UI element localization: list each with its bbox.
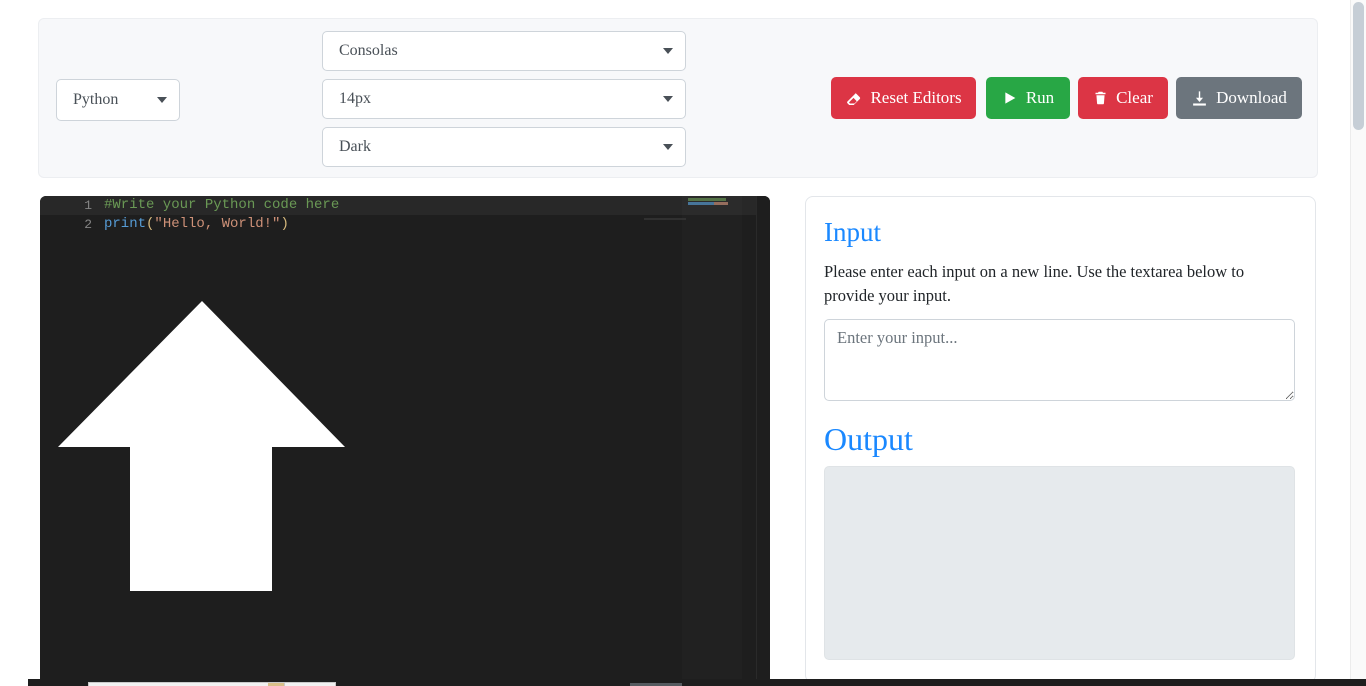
- code-statement: print("Hello, World!"): [104, 215, 289, 234]
- language-select[interactable]: Python: [56, 79, 180, 121]
- page-scrollbar[interactable]: [1350, 0, 1366, 686]
- eraser-icon: [845, 90, 862, 107]
- code-line: 1 #Write your Python code here: [40, 196, 770, 215]
- editor-vertical-scrollbar[interactable]: [756, 196, 770, 683]
- code-comment: #Write your Python code here: [104, 197, 340, 213]
- play-icon: [1002, 90, 1018, 106]
- input-description: Please enter each input on a new line. U…: [824, 262, 1245, 305]
- input-textarea[interactable]: [824, 319, 1295, 401]
- page-scrollbar-thumb[interactable]: [1353, 2, 1364, 130]
- run-label: Run: [1025, 88, 1055, 107]
- font-size-select[interactable]: 14px: [322, 79, 686, 119]
- output-heading: Output: [824, 421, 913, 457]
- font-size-select-value: 14px: [339, 90, 371, 107]
- minimap-row: [714, 202, 728, 205]
- code-function-name: print: [104, 216, 147, 232]
- chevron-down-icon: [663, 96, 673, 102]
- minimap-row: [688, 202, 714, 205]
- io-panel: Input Please enter each input on a new l…: [805, 196, 1316, 683]
- theme-select-value: Dark: [339, 138, 371, 155]
- language-select-value: Python: [73, 91, 119, 108]
- theme-select[interactable]: Dark: [322, 127, 686, 167]
- bottom-popup-partial-secondary: [284, 682, 336, 686]
- chevron-down-icon: [157, 97, 167, 103]
- run-button[interactable]: Run: [986, 77, 1070, 119]
- code-close-paren: ): [280, 216, 289, 232]
- line-number: 2: [84, 217, 92, 232]
- chevron-down-icon: [663, 48, 673, 54]
- download-label: Download: [1216, 88, 1287, 107]
- code-editor-content[interactable]: 1 #Write your Python code here 2 print("…: [40, 196, 770, 683]
- trash-icon: [1093, 90, 1108, 106]
- clear-label: Clear: [1116, 88, 1153, 107]
- reset-editors-label: Reset Editors: [870, 88, 962, 107]
- output-textarea[interactable]: [824, 466, 1295, 660]
- minimap-row: [688, 198, 726, 201]
- editor-minimap[interactable]: [644, 196, 742, 683]
- clear-button[interactable]: Clear: [1078, 77, 1168, 119]
- reset-editors-button[interactable]: Reset Editors: [831, 77, 976, 119]
- bottom-left-gap: [0, 679, 28, 686]
- code-string-literal: "Hello, World!": [154, 216, 281, 232]
- bottom-edge-strip: [0, 679, 1366, 686]
- font-family-select-value: Consolas: [339, 42, 398, 59]
- line-number: 1: [84, 198, 92, 213]
- code-editor[interactable]: 1 #Write your Python code here 2 print("…: [40, 196, 770, 683]
- input-heading: Input: [824, 217, 881, 247]
- minimap-row: [644, 218, 686, 220]
- font-family-select[interactable]: Consolas: [322, 31, 686, 71]
- download-icon: [1191, 90, 1208, 107]
- page-root: Python Consolas 14px Dark Reset Editors: [0, 0, 1366, 686]
- chevron-down-icon: [663, 144, 673, 150]
- settings-toolbar: Python Consolas 14px Dark Reset Editors: [38, 18, 1318, 178]
- download-button[interactable]: Download: [1176, 77, 1302, 119]
